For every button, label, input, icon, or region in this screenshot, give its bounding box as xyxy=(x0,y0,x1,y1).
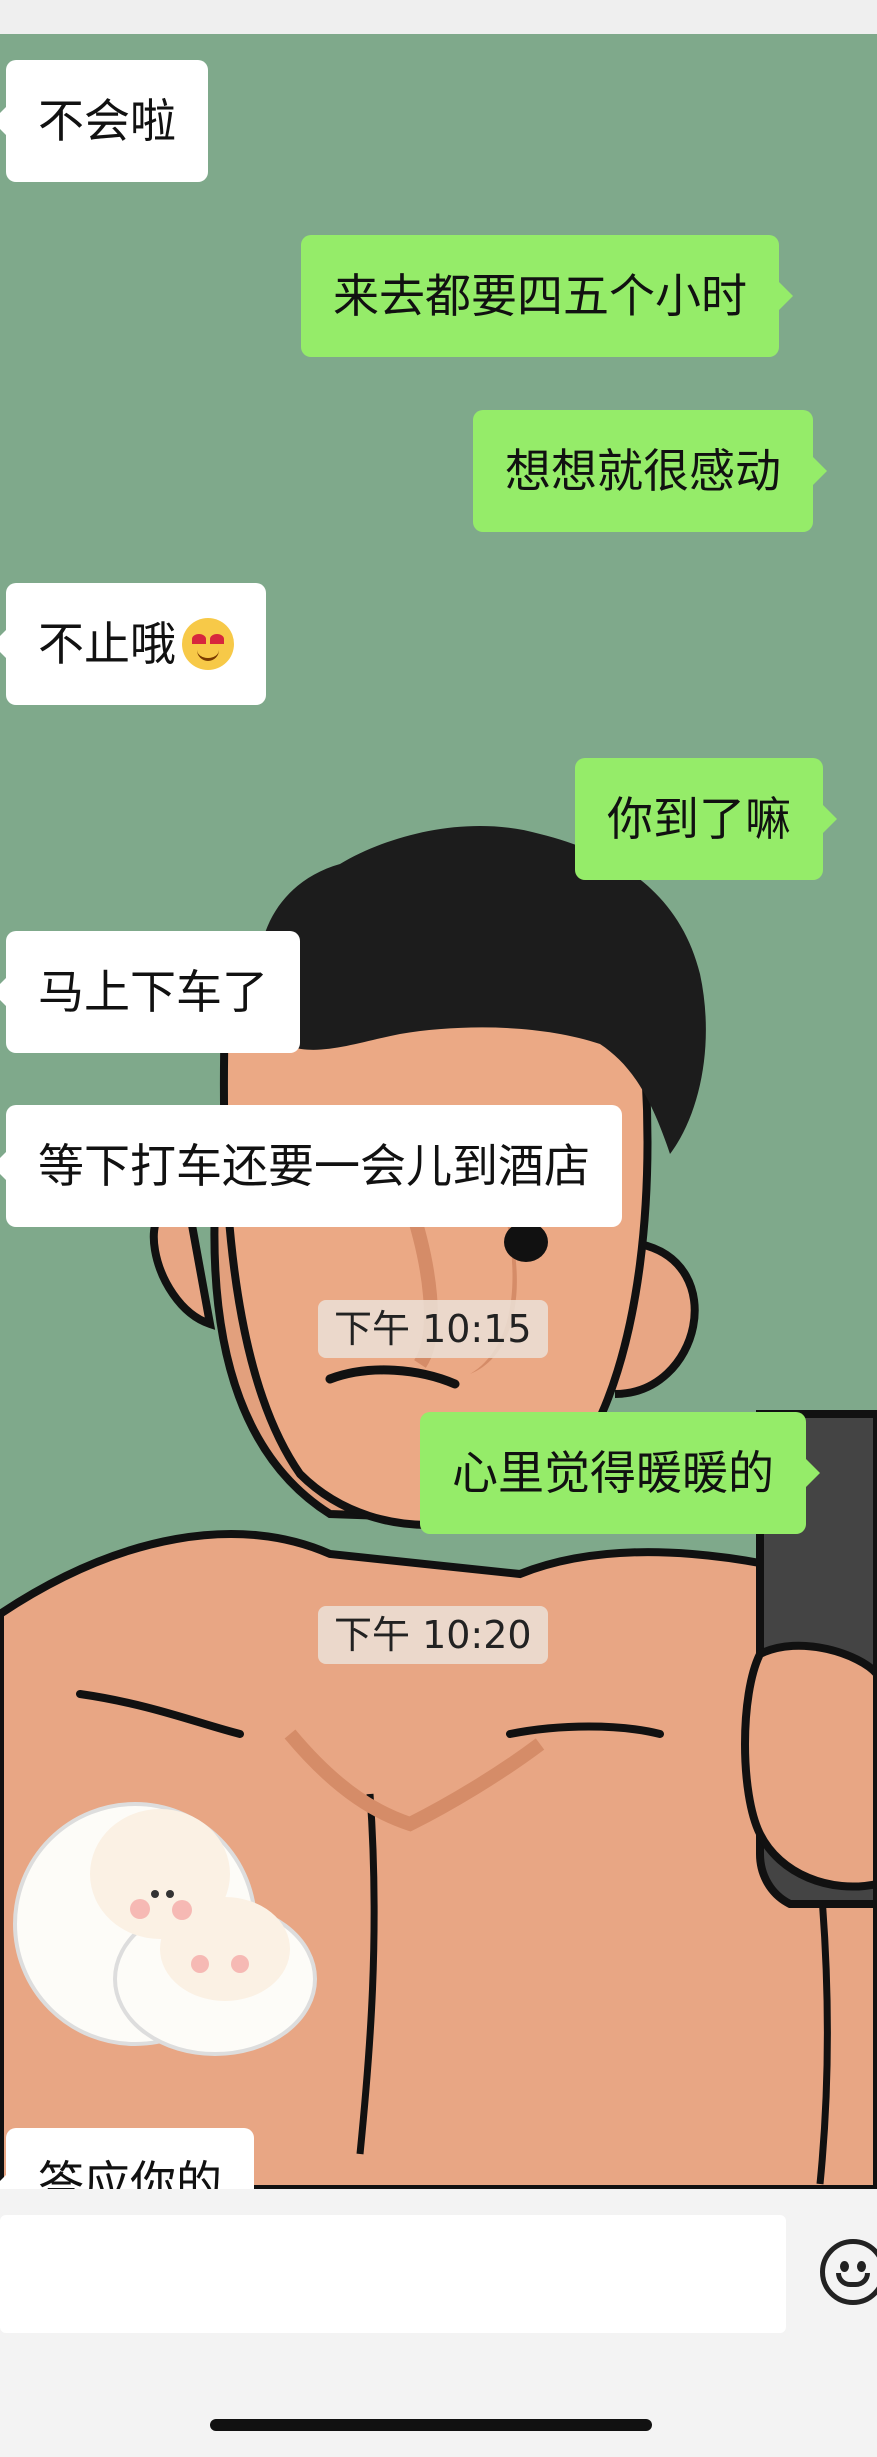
message-outgoing[interactable]: 来去都要四五个小时 xyxy=(301,235,793,357)
message-text: 来去都要四五个小时 xyxy=(333,269,747,323)
message-text: 你到了嘛 xyxy=(607,792,791,846)
message-text: 马上下车了 xyxy=(38,965,268,1019)
chat-area[interactable]: 不会啦 来去都要四五个小时 想想就很感动 不止哦 你到了嘛 马上下车了 等下打车… xyxy=(0,34,877,2189)
top-bar xyxy=(0,0,877,34)
message-outgoing[interactable]: 你到了嘛 xyxy=(575,758,837,880)
message-text: 心里觉得暖暖的 xyxy=(452,1446,774,1500)
smiley-face-icon[interactable] xyxy=(820,2239,877,2305)
message-incoming[interactable]: 答应你的 xyxy=(0,2128,254,2189)
message-text: 想想就很感动 xyxy=(505,444,781,498)
blushing-smile-emoji xyxy=(182,618,234,670)
message-text: 等下打车还要一会儿到酒店 xyxy=(38,1139,590,1193)
message-outgoing[interactable]: 想想就很感动 xyxy=(473,410,827,532)
message-text: 答应你的 xyxy=(38,2156,222,2189)
message-incoming[interactable]: 马上下车了 xyxy=(0,931,300,1053)
message-text: 不止哦 xyxy=(38,617,176,671)
message-input[interactable] xyxy=(0,2215,786,2333)
input-bar xyxy=(0,2189,877,2457)
message-incoming[interactable]: 等下打车还要一会儿到酒店 xyxy=(0,1105,622,1227)
message-outgoing[interactable]: 心里觉得暖暖的 xyxy=(420,1412,820,1534)
message-incoming[interactable]: 不止哦 xyxy=(0,583,266,705)
timestamp: 下午 10:15 xyxy=(318,1300,548,1358)
timestamp: 下午 10:20 xyxy=(318,1606,548,1664)
home-indicator xyxy=(210,2419,652,2431)
message-incoming[interactable]: 不会啦 xyxy=(0,60,208,182)
message-text: 不会啦 xyxy=(38,94,176,148)
